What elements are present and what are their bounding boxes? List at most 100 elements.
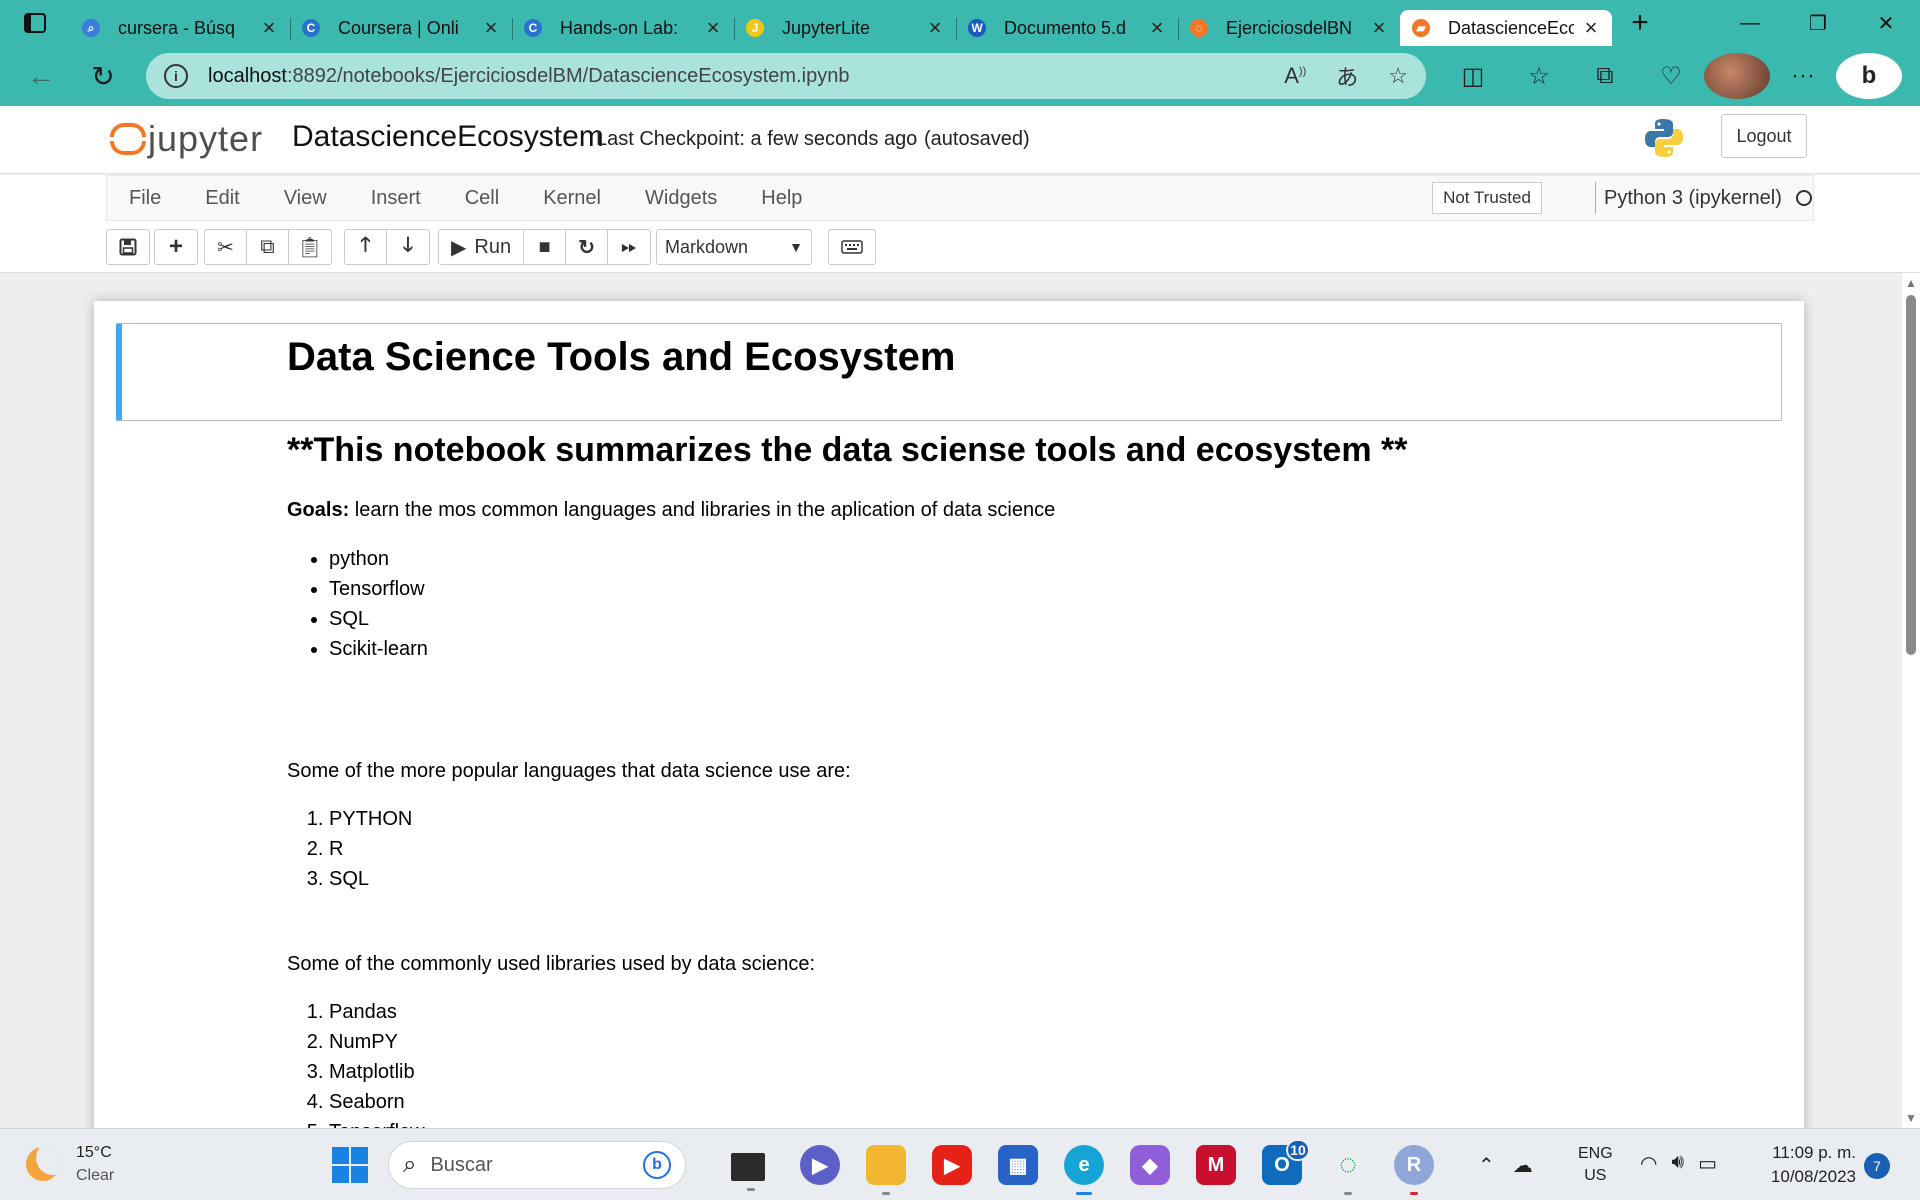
anaconda-app-icon[interactable]: ◌ [1328,1145,1368,1195]
coursera-icon: C [524,19,542,37]
browser-tab[interactable]: ◌ EjerciciosdelBN × [1178,10,1400,46]
browser-tab[interactable]: ⌕ cursera - Búsq × [70,10,290,46]
menu-help[interactable]: Help [739,176,824,220]
notification-badge[interactable]: 7 [1864,1153,1890,1179]
taskbar-search[interactable]: ⌕ Buscar b [388,1141,686,1189]
refresh-button[interactable]: ↻ [80,53,126,99]
interrupt-kernel-button[interactable]: ■ [524,230,567,264]
translate-icon[interactable]: あ [1336,60,1358,92]
edge-browser-icon[interactable]: e [1064,1145,1104,1195]
teams-app-icon[interactable]: ▶ [800,1145,840,1185]
logout-button[interactable]: Logout [1721,114,1807,158]
menu-file[interactable]: File [107,176,183,220]
goals-paragraph: Goals: learn the mos common languages an… [287,499,1055,522]
collections-icon[interactable]: ⧉ [1572,53,1638,99]
close-tab-icon[interactable]: × [258,15,280,41]
goals-text: learn the mos common languages and libra… [349,499,1056,521]
scrollbar-thumb[interactable] [1906,295,1916,655]
notebook-icon: ▰ [1412,19,1430,37]
browser-tab[interactable]: ▰ DatascienceEco × [1400,10,1612,46]
browser-tab[interactable]: J JupyterLite × [734,10,956,46]
read-aloud-icon[interactable]: A)) [1284,63,1306,89]
temperature: 15°C [76,1144,112,1161]
outlook-badge: 10 [1286,1139,1310,1161]
scroll-up-icon[interactable]: ▲ [1905,277,1917,289]
restart-kernel-button[interactable]: ↻ [566,230,609,264]
copy-cell-button[interactable]: ⧉ [247,230,289,264]
language-indicator[interactable]: ENG US [1578,1143,1613,1187]
battery-icon[interactable]: ▭ [1698,1151,1717,1176]
tab-actions-button[interactable] [0,0,70,46]
restart-run-all-button[interactable]: ⏩︎ [608,230,650,264]
save-button[interactable] [107,230,149,264]
url-text[interactable]: localhost:8892/notebooks/EjerciciosdelBM… [208,65,1254,88]
site-info-icon[interactable]: i [164,64,188,88]
health-icon[interactable]: ♡ [1638,53,1704,99]
browser-tab[interactable]: C Coursera | Onli × [290,10,512,46]
r-app-icon[interactable]: R [1394,1145,1434,1195]
cell-type-select[interactable]: Markdown ▼ [656,229,812,265]
move-up-button[interactable]: 🡑 [345,230,387,264]
youtube-app-icon[interactable]: ▶ [932,1145,972,1185]
close-tab-icon[interactable]: × [1580,15,1602,41]
close-window-button[interactable]: ✕ [1852,0,1920,46]
menu-insert[interactable]: Insert [349,176,443,220]
menu-edit[interactable]: Edit [183,176,261,220]
microsoft-store-icon[interactable]: ▦ [998,1145,1038,1185]
close-tab-icon[interactable]: × [1368,15,1390,41]
browser-tab[interactable]: W Documento 5.d × [956,10,1178,46]
notebook-title: Data Science Tools and Ecosystem [287,335,956,379]
cut-cell-button[interactable]: ✂ [205,230,247,264]
start-button[interactable] [332,1147,368,1183]
windows-taskbar: 15°C Clear ⌕ Buscar b ▶ ▶ ▦ e ◆ M O 10 ◌ … [0,1128,1920,1200]
system-clock[interactable]: 11:09 p. m. 10/08/2023 [1760,1141,1856,1189]
browser-tab[interactable]: C Hands-on Lab: × [512,10,734,46]
new-tab-button[interactable]: + [1618,1,1662,45]
page-scrollbar[interactable]: ▲ ▼ [1902,273,1920,1128]
kernel-indicator[interactable]: Python 3 (ipykernel) [1595,182,1812,214]
taskview-app[interactable] [731,1153,765,1191]
menu-kernel[interactable]: Kernel [521,176,623,220]
mcafee-app-icon[interactable]: M [1196,1145,1236,1185]
language-list-item: SQL [329,864,412,894]
keyboard-icon [841,240,863,254]
menu-widgets[interactable]: Widgets [623,176,739,220]
save-icon [119,238,137,256]
close-tab-icon[interactable]: × [924,15,946,41]
weather-widget[interactable]: 15°C Clear [26,1141,114,1187]
trust-status-button[interactable]: Not Trusted [1432,182,1542,214]
close-tab-icon[interactable]: × [480,15,502,41]
copilot-app-icon[interactable]: ◆ [1130,1145,1170,1185]
favorite-star-icon[interactable]: ☆ [1388,63,1408,89]
outlook-app-icon[interactable]: O 10 [1262,1139,1310,1185]
close-tab-icon[interactable]: × [702,15,724,41]
favorites-icon[interactable]: ☆ [1506,53,1572,99]
scroll-down-icon[interactable]: ▼ [1905,1112,1917,1124]
onedrive-icon[interactable]: ☁ [1513,1153,1533,1178]
minimize-button[interactable]: — [1716,0,1784,46]
goals-list: pythonTensorflowSQLScikit-learn [287,544,428,664]
command-palette-button[interactable] [829,230,875,264]
volume-icon[interactable]: 🔊︎ [1671,1151,1684,1176]
jupyter-logo[interactable]: jupyter [108,118,263,160]
goals-list-item: Tensorflow [329,574,428,604]
split-screen-icon[interactable]: ◫ [1440,53,1506,99]
file-explorer-icon[interactable] [866,1145,906,1195]
more-menu-icon[interactable]: ··· [1770,53,1836,99]
menu-view[interactable]: View [262,176,349,220]
close-tab-icon[interactable]: × [1146,15,1168,41]
chevron-up-icon[interactable]: ⌃ [1478,1153,1495,1178]
address-bar[interactable]: i localhost:8892/notebooks/Ejerciciosdel… [146,53,1426,99]
move-down-button[interactable]: 🡓 [387,230,429,264]
notebook-name[interactable]: DatascienceEcosystem [292,120,604,154]
paste-cell-button[interactable]: 📋︎ [289,230,331,264]
tab-title: Hands-on Lab: [560,17,679,38]
insert-cell-button[interactable]: + [155,230,197,264]
bing-chat-button[interactable]: b [1836,53,1902,99]
wifi-icon[interactable]: ◠ [1640,1151,1657,1176]
profile-button[interactable] [1704,53,1770,99]
menu-cell[interactable]: Cell [443,176,521,220]
back-button[interactable]: ← [18,53,64,99]
run-button[interactable]: ▶ Run [439,230,525,264]
restore-button[interactable]: ❐ [1784,0,1852,46]
